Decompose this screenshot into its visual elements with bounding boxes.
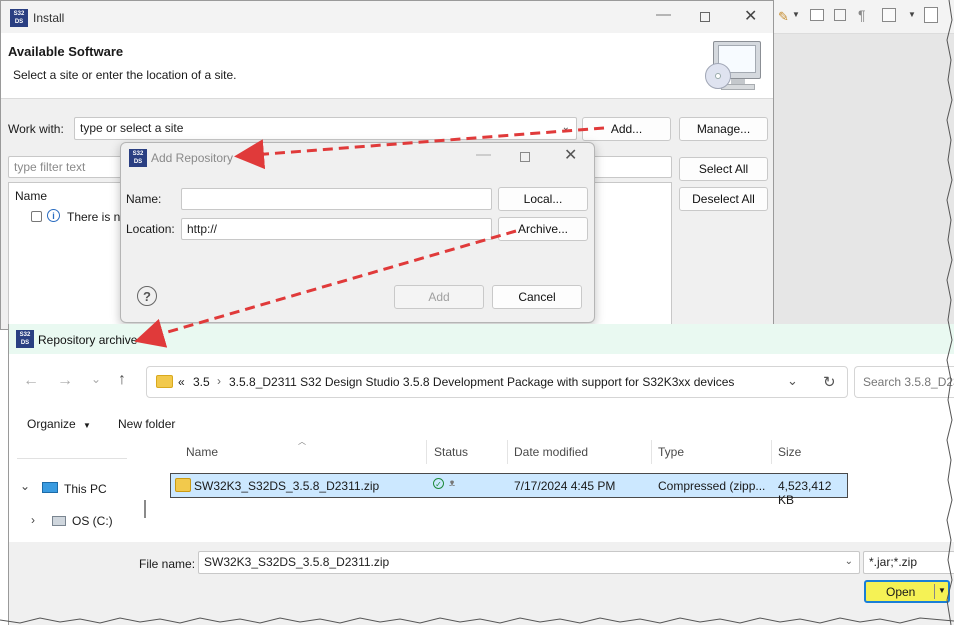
- annotation-arrows: [134, 126, 605, 348]
- torn-edge: [946, 0, 953, 625]
- torn-edge-bottom: [0, 617, 954, 624]
- arrow-add-to-repository: [234, 126, 605, 170]
- arrow-archive-to-dialog: [134, 229, 517, 348]
